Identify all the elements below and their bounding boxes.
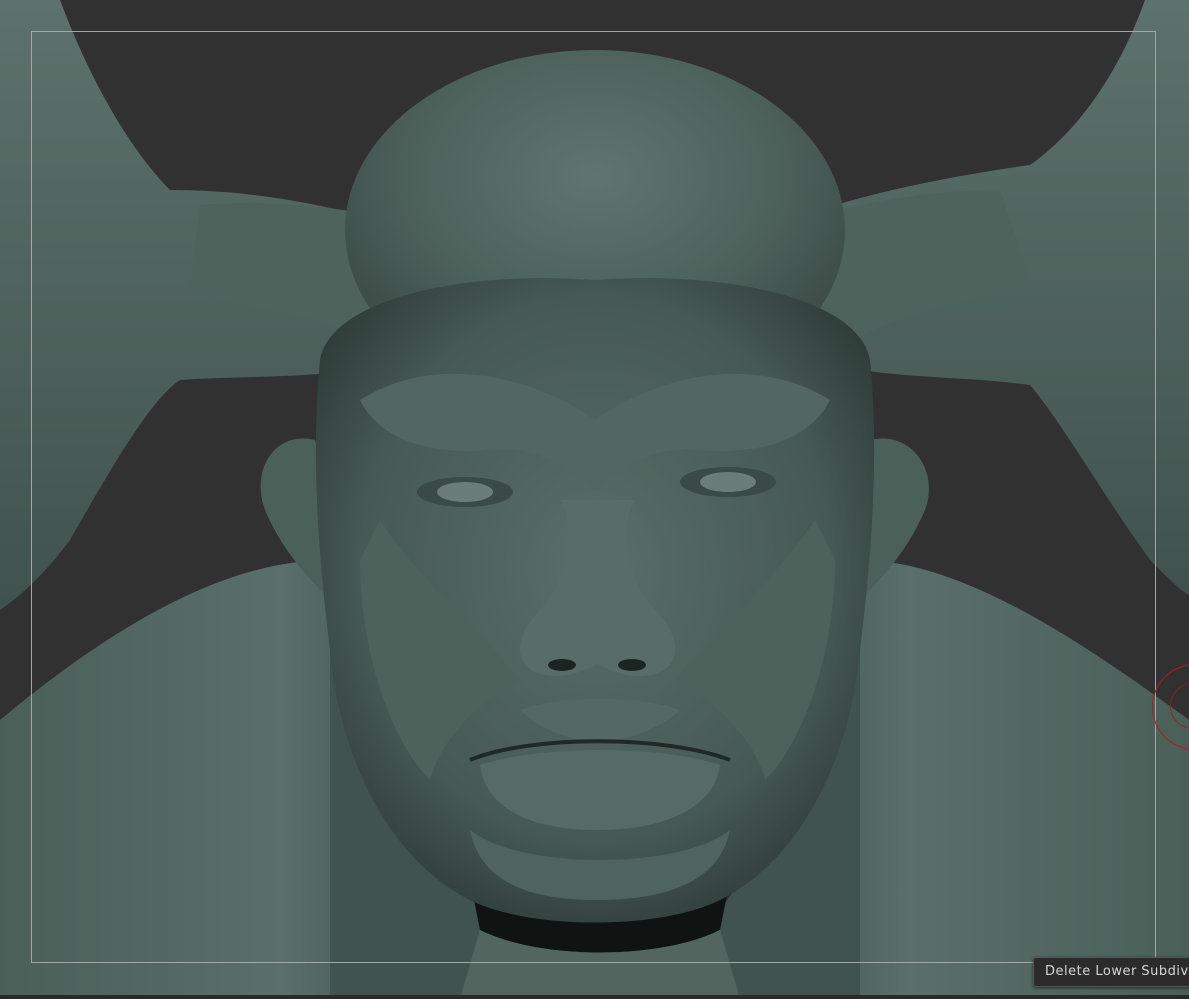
tooltip-delete-lower-subdiv: Delete Lower Subdiv — [1033, 957, 1189, 987]
bottom-edge — [0, 995, 1189, 999]
sculpt-viewport[interactable]: Delete Lower Subdiv — [0, 0, 1189, 999]
left-eye-ball — [437, 482, 493, 502]
nostril-right — [618, 659, 646, 671]
sculpt-model-render[interactable] — [0, 0, 1189, 999]
tooltip-text: Delete Lower Subdiv — [1045, 964, 1189, 979]
right-eye-ball — [700, 472, 756, 492]
nostril-left — [548, 659, 576, 671]
